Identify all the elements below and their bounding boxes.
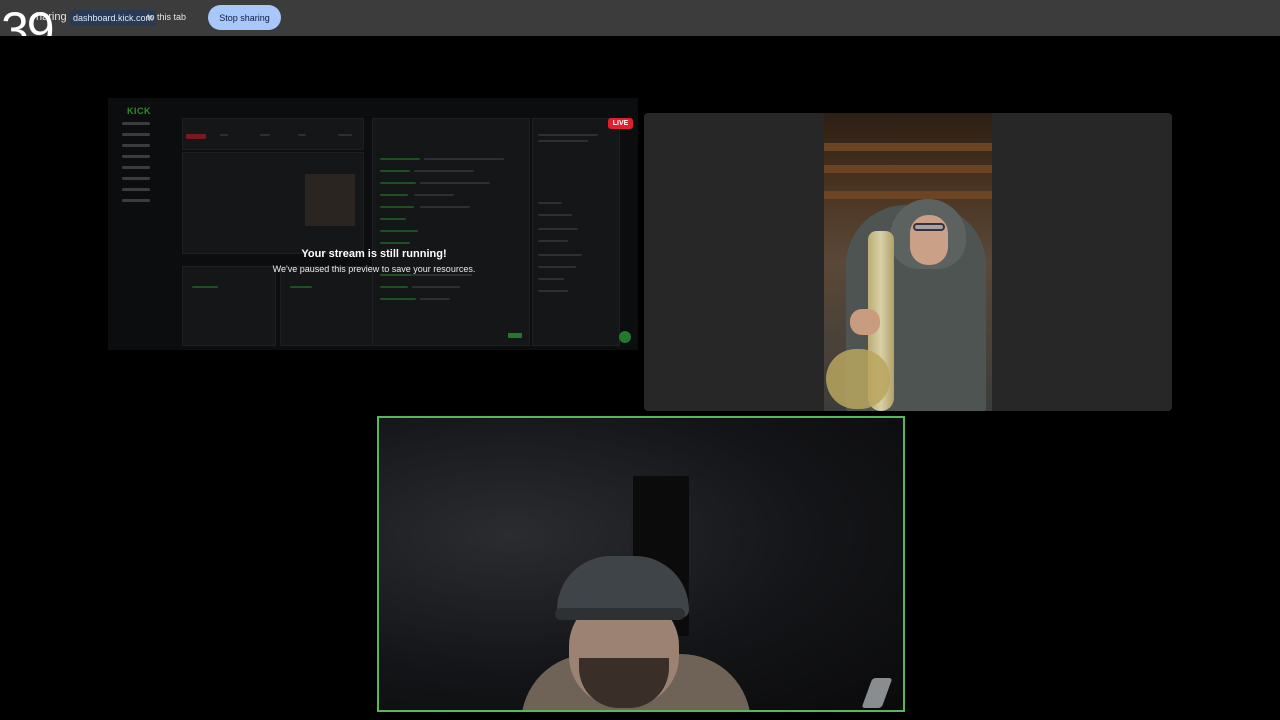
host-camera-feed xyxy=(379,418,903,710)
kick-logo: KICK xyxy=(127,106,151,116)
stream-info-panel xyxy=(532,118,620,346)
stream-running-notice: Your stream is still running! xyxy=(301,248,447,260)
chat-panel xyxy=(372,118,530,346)
share-target-text: to this tab xyxy=(147,12,187,22)
stop-sharing-button[interactable]: Stop sharing xyxy=(208,5,281,30)
guest-camera-feed xyxy=(824,113,992,411)
live-badge: LIVE xyxy=(608,118,633,129)
status-dot-icon xyxy=(619,331,631,343)
dashboard-nav xyxy=(116,122,178,210)
call-stage: KICK LIVE Your stream is still running! … xyxy=(0,36,1280,720)
live-indicator-pill xyxy=(186,134,206,139)
preview-paused-notice: We've paused this preview to save your r… xyxy=(272,264,476,274)
screen-share-tile[interactable]: KICK xyxy=(108,98,638,350)
screen-share-bar: haring dashboard.kick.com to this tab St… xyxy=(0,0,1280,36)
chat-send-button xyxy=(508,333,522,338)
guest-video-tile[interactable] xyxy=(644,113,1172,411)
shared-domain-label: dashboard.kick.com xyxy=(70,10,157,26)
activity-feed-panel xyxy=(182,266,276,346)
mic-stand xyxy=(861,678,893,708)
session-info-panel xyxy=(182,118,364,150)
mod-actions-panel xyxy=(280,266,374,346)
host-video-tile[interactable] xyxy=(377,416,905,712)
preview-thumbnail xyxy=(305,174,355,226)
